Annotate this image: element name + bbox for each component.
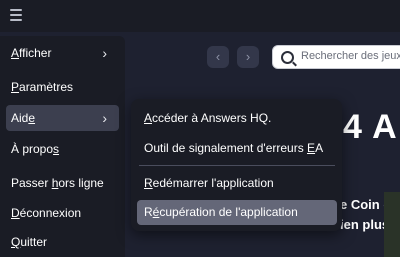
- submenu-item-label: Redémarrer l'application: [144, 176, 274, 190]
- main-menu: Afficher › Paramètres Aide › À propos Pa…: [0, 36, 125, 257]
- search-input[interactable]: Rechercher des jeux: [272, 45, 400, 69]
- hero-title: 4 A: [343, 108, 398, 146]
- menu-item-about[interactable]: À propos: [6, 136, 119, 162]
- submenu-item-label: Accéder à Answers HQ.: [144, 111, 272, 125]
- search-icon: [281, 51, 294, 64]
- submenu-divider: [139, 165, 335, 166]
- hamburger-icon[interactable]: [10, 9, 22, 21]
- hamburger-line: [10, 19, 22, 21]
- submenu-item-answers-hq[interactable]: Accéder à Answers HQ.: [137, 106, 337, 131]
- menu-item-help[interactable]: Aide ›: [6, 105, 119, 131]
- ea-app-window: ‹ › Rechercher des jeux 4 A e Coin de ie…: [0, 0, 400, 257]
- submenu-item-restart-app[interactable]: Redémarrer l'application: [137, 171, 337, 196]
- forward-button[interactable]: ›: [237, 46, 259, 68]
- chevron-right-icon: ›: [245, 49, 251, 64]
- menu-item-quit[interactable]: Quitter: [6, 229, 119, 255]
- menu-item-label: À propos: [11, 142, 60, 156]
- menu-item-label: Déconnexion: [11, 206, 82, 220]
- hamburger-line: [10, 9, 22, 11]
- submenu-item-label: Récupération de l'application: [144, 205, 298, 219]
- chevron-right-icon: ›: [102, 45, 107, 61]
- chevron-left-icon: ‹: [215, 49, 221, 64]
- menu-item-view[interactable]: Afficher ›: [6, 40, 119, 66]
- hamburger-line: [10, 14, 22, 16]
- menu-item-go-offline[interactable]: Passer hors ligne: [6, 170, 119, 196]
- menu-item-label: Afficher: [11, 46, 52, 60]
- search-placeholder: Rechercher des jeux: [301, 50, 400, 62]
- submenu-item-app-recovery[interactable]: Récupération de l'application: [137, 200, 337, 225]
- menu-item-settings[interactable]: Paramètres: [6, 74, 119, 100]
- menu-item-label: Paramètres: [11, 80, 74, 94]
- menu-item-label: Passer hors ligne: [11, 176, 104, 190]
- background-image-fragment: [384, 192, 400, 257]
- top-bar: [0, 0, 400, 32]
- menu-item-label: Aide: [11, 111, 36, 125]
- help-submenu: Accéder à Answers HQ. Outil de signaleme…: [131, 99, 342, 231]
- menu-item-sign-out[interactable]: Déconnexion: [6, 200, 119, 226]
- menu-item-label: Quitter: [11, 235, 48, 249]
- submenu-item-error-reporter[interactable]: Outil de signalement d'erreurs EA: [137, 136, 337, 161]
- chevron-right-icon: ›: [102, 110, 107, 126]
- back-button[interactable]: ‹: [207, 46, 229, 68]
- submenu-item-label: Outil de signalement d'erreurs EA: [144, 141, 324, 155]
